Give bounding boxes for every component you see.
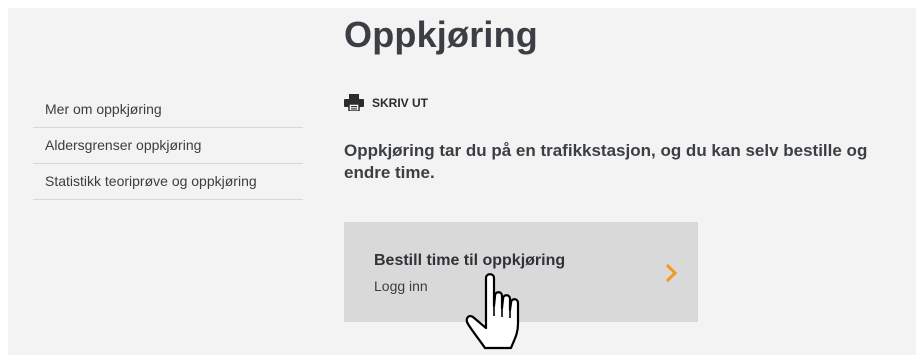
cta-title: Bestill time til oppkjøring [374,252,566,269]
chevron-right-icon [666,264,678,282]
print-button[interactable]: SKRIV UT [344,94,428,111]
sidebar-item-statistikk[interactable]: Statistikk teoriprøve og oppkjøring [33,164,303,200]
sidebar-item-mer-om-oppkjoring[interactable]: Mer om oppkjøring [33,92,303,128]
page-title: Oppkjøring [344,14,538,55]
page-container: Oppkjøring Mer om oppkjøring Aldersgrens… [8,8,916,355]
print-label: SKRIV UT [372,95,429,110]
lead-paragraph: Oppkjøring tar du på en trafikkstasjon, … [344,141,868,182]
hand-pointer-icon [465,273,520,350]
cta-subtitle: Logg inn [374,278,428,294]
sidebar-nav: Mer om oppkjøring Aldersgrenser oppkjøri… [33,92,303,200]
sidebar-item-aldersgrenser[interactable]: Aldersgrenser oppkjøring [33,128,303,164]
printer-icon [344,94,364,111]
